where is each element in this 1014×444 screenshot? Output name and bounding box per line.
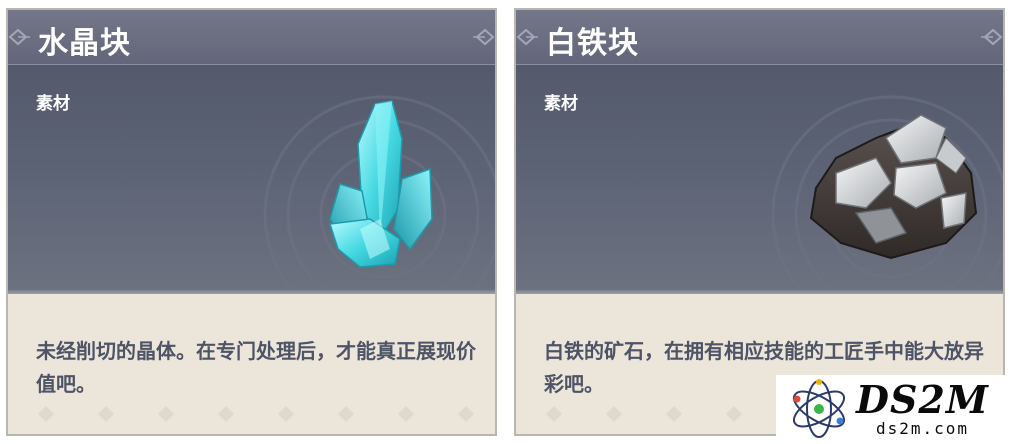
header-ornament-left-icon [516, 28, 538, 46]
artwork-divider [8, 290, 495, 294]
header-ornament-right-icon [473, 28, 495, 46]
ds2m-atom-logo [793, 379, 845, 438]
watermark: DS2M ds2m.com [776, 375, 1014, 444]
card-header: 水晶块 [8, 10, 495, 65]
item-card-white-iron-chunk: 白铁块 素材 白铁的矿石，在拥有相应技能的工匠手中能大放异彩吧。 [514, 8, 1005, 436]
item-artwork-area: 素材 [8, 65, 495, 294]
item-card-crystal-chunk: 水晶块 素材 未经削切的晶体。在专门处理后，才能真正展现价值吧。 [6, 8, 497, 436]
item-artwork-area: 素材 [516, 65, 1003, 294]
crystal-chunk-icon [329, 100, 433, 268]
item-description: 未经削切的晶体。在专门处理后，才能真正展现价值吧。 [36, 339, 476, 396]
item-category: 素材 [36, 94, 70, 114]
item-name: 白铁块 [546, 26, 639, 61]
header-ornament-left-icon [8, 28, 30, 46]
header-ornament-right-icon [981, 28, 1003, 46]
watermark-domain: ds2m.com [876, 419, 970, 438]
footer-star-pattern-icon [38, 406, 474, 422]
artwork-divider [516, 290, 1003, 294]
item-category: 素材 [544, 94, 578, 114]
white-iron-chunk-icon [809, 114, 978, 260]
card-header: 白铁块 [516, 10, 1003, 65]
item-name: 水晶块 [38, 26, 131, 61]
watermark-brand: DS2M [856, 377, 989, 422]
